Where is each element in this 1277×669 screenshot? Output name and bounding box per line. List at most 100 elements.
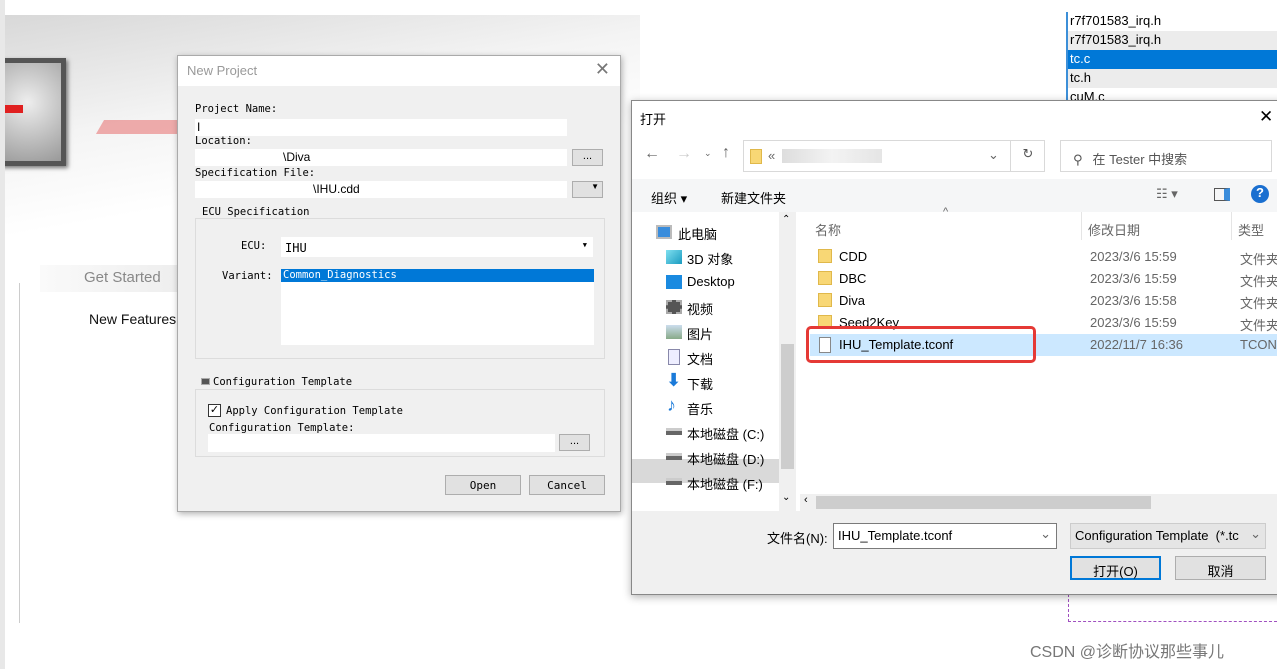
project-name-label: Project Name:: [195, 103, 278, 115]
folder-icon: [818, 249, 832, 263]
nav-item[interactable]: 3D 对象: [687, 249, 733, 268]
desktop-icon: [666, 275, 682, 289]
nav-item[interactable]: 下载: [687, 374, 713, 393]
new-folder-button[interactable]: 新建文件夹: [721, 188, 786, 207]
scroll-thumb[interactable]: [816, 496, 1151, 509]
close-icon[interactable]: ✕: [1259, 107, 1273, 127]
column-header-name[interactable]: 名称: [815, 220, 841, 239]
nav-item[interactable]: 本地磁盘 (C:): [687, 424, 764, 443]
back-icon[interactable]: ←: [644, 145, 660, 163]
apply-template-checkbox[interactable]: ✓: [208, 404, 221, 417]
chevron-down-icon[interactable]: ⌄: [1040, 526, 1051, 542]
pictures-icon: [666, 325, 682, 339]
spec-file-input[interactable]: \IHU.cdd: [195, 181, 567, 198]
computer-icon: [656, 225, 672, 239]
videos-icon: [666, 300, 682, 314]
left-edge-panel: [0, 0, 5, 669]
dialog-footer: 文件名(N): IHU_Template.tconf ⌄ Configuratio…: [632, 511, 1277, 594]
folder-icon: [818, 293, 832, 307]
up-icon[interactable]: ↑: [722, 144, 730, 162]
location-label: Location:: [195, 135, 252, 147]
scroll-thumb[interactable]: [781, 344, 794, 469]
recent-chevron-icon[interactable]: ⌄: [704, 148, 712, 159]
variant-item[interactable]: Common_Diagnostics: [281, 269, 594, 282]
file-item[interactable]: tc.c: [1068, 50, 1277, 69]
apply-template-label: Apply Configuration Template: [226, 405, 404, 417]
tab-get-started[interactable]: Get Started: [40, 265, 178, 292]
documents-icon: [668, 349, 680, 365]
drive-f-icon: [666, 478, 682, 485]
scroll-down-icon[interactable]: ⌄: [782, 492, 790, 503]
nav-item[interactable]: 文档: [687, 349, 713, 368]
file-item[interactable]: r7f701583_irq.h: [1068, 12, 1277, 31]
highlight-box: [806, 326, 1036, 363]
forward-icon[interactable]: →: [676, 145, 692, 163]
car-image: [0, 58, 66, 166]
ecu-combobox[interactable]: IHU ▼: [281, 237, 593, 257]
project-name-input[interactable]: I: [195, 119, 567, 136]
spec-file-label: Specification File:: [195, 167, 316, 179]
help-icon[interactable]: ?: [1251, 185, 1269, 203]
file-row[interactable]: DBC 2023/3/6 15:59 文件夹: [810, 268, 1277, 290]
search-icon: ⚲: [1073, 152, 1083, 167]
nav-item[interactable]: 本地磁盘 (D:): [687, 449, 764, 468]
music-icon: ♪: [667, 395, 676, 415]
checkmark-icon: ✓: [209, 404, 220, 416]
scroll-up-icon[interactable]: ⌃: [782, 214, 790, 225]
nav-item[interactable]: Desktop: [687, 274, 735, 289]
spec-file-dropdown[interactable]: ▼: [572, 181, 603, 198]
variant-label: Variant:: [222, 270, 273, 282]
dashed-guide: [1068, 621, 1277, 622]
nav-scrollbar[interactable]: ⌃ ⌄: [779, 212, 796, 511]
dialog-title: 打开: [640, 112, 667, 127]
new-project-dialog: New Project ✕ Project Name: I Location: …: [177, 55, 621, 512]
column-divider[interactable]: [1231, 212, 1232, 240]
navigation-pane[interactable]: 此电脑 3D 对象 Desktop 视频 图片 文档 ⬇ 下载 ♪ 音乐 本地磁盘 …: [632, 212, 796, 511]
file-item[interactable]: r7f701583_irq.h: [1068, 31, 1277, 50]
nav-item[interactable]: 视频: [687, 299, 713, 318]
config-template-group-label[interactable]: Configuration Template: [198, 376, 356, 388]
horizontal-scrollbar[interactable]: ‹: [800, 494, 1277, 511]
file-item[interactable]: tc.h: [1068, 69, 1277, 88]
organize-menu[interactable]: 组织 ▾: [651, 188, 687, 207]
file-row[interactable]: Diva 2023/3/6 15:58 文件夹: [810, 290, 1277, 312]
filename-label: 文件名(N):: [767, 531, 828, 546]
source-file-list[interactable]: r7f701583_irq.h r7f701583_irq.h tc.c tc.…: [1066, 12, 1277, 107]
address-bar[interactable]: « ⌄ ↻: [743, 140, 1045, 172]
new-features-link[interactable]: New Features: [89, 311, 176, 327]
close-icon[interactable]: ✕: [595, 59, 610, 80]
config-template-label: Configuration Template:: [209, 422, 355, 434]
open-button[interactable]: Open: [445, 475, 521, 495]
dashed-guide: [1068, 594, 1069, 622]
nav-item[interactable]: 图片: [687, 324, 713, 343]
toolbar: 组织 ▾ 新建文件夹 ☷ ▾ ?: [632, 179, 1277, 212]
browse-template-button[interactable]: ...: [559, 434, 590, 451]
variant-listbox[interactable]: Common_Diagnostics: [281, 269, 594, 345]
file-row[interactable]: CDD 2023/3/6 15:59 文件夹: [810, 246, 1277, 268]
location-input[interactable]: \Diva: [195, 149, 567, 166]
chevron-down-icon[interactable]: ⌄: [988, 147, 999, 163]
drive-c-icon: [666, 428, 682, 435]
file-type-filter[interactable]: Configuration Template (*.tc ⌄: [1070, 523, 1266, 549]
cancel-button[interactable]: 取消: [1175, 556, 1266, 580]
cancel-button[interactable]: Cancel: [529, 475, 605, 495]
sort-arrow-icon: ^: [943, 206, 949, 218]
preview-pane-icon[interactable]: [1214, 188, 1230, 201]
view-options-icon[interactable]: ☷ ▾: [1156, 186, 1178, 202]
column-divider[interactable]: [1081, 212, 1082, 240]
nav-item[interactable]: 此电脑: [678, 224, 717, 243]
scroll-left-icon[interactable]: ‹: [804, 494, 808, 506]
divider: [19, 283, 20, 623]
column-header-type[interactable]: 类型: [1238, 220, 1264, 239]
nav-item[interactable]: 音乐: [687, 399, 713, 418]
browse-location-button[interactable]: ...: [572, 149, 603, 166]
config-template-input[interactable]: [208, 434, 555, 452]
nav-item[interactable]: 本地磁盘 (F:): [687, 474, 763, 493]
refresh-icon[interactable]: ↻: [1010, 140, 1045, 172]
open-button[interactable]: 打开(O): [1070, 556, 1161, 580]
chevron-down-icon: ▼: [582, 241, 587, 249]
filename-input[interactable]: IHU_Template.tconf ⌄: [833, 523, 1057, 549]
search-box[interactable]: ⚲ 在 Tester 中搜索: [1060, 140, 1272, 172]
column-header-date[interactable]: 修改日期: [1088, 220, 1140, 239]
collapse-icon[interactable]: [201, 378, 210, 385]
